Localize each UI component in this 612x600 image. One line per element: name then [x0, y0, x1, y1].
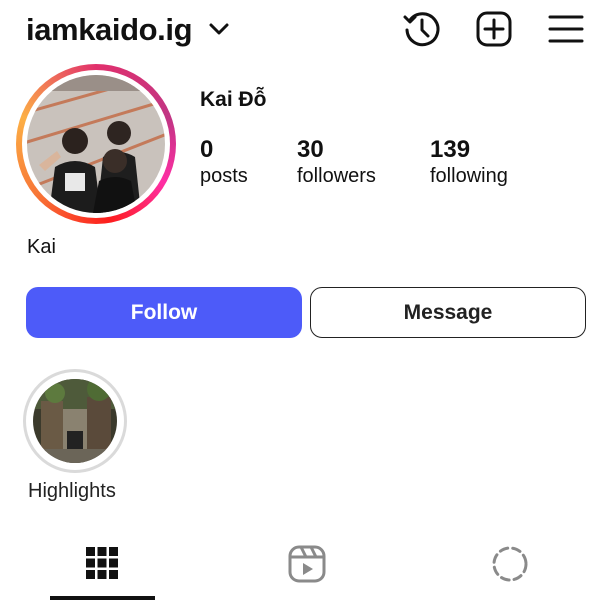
message-button[interactable]: Message	[310, 287, 586, 338]
username-title[interactable]: iamkaido.ig	[26, 12, 193, 48]
menu-icon[interactable]	[545, 8, 587, 50]
tagged-icon[interactable]	[490, 544, 530, 584]
followers-label[interactable]: followers	[297, 165, 376, 188]
bio-name: Kai	[27, 236, 56, 258]
active-tab-indicator	[50, 596, 155, 600]
history-icon[interactable]	[401, 8, 443, 50]
following-label[interactable]: following	[430, 165, 508, 188]
display-name: Kai Đỗ	[200, 88, 267, 111]
grid-icon[interactable]	[82, 544, 122, 584]
avatar[interactable]	[27, 75, 165, 213]
posts-count[interactable]: 0	[200, 136, 213, 164]
following-count[interactable]: 139	[430, 136, 470, 164]
new-post-icon[interactable]	[473, 8, 515, 50]
highlight-thumbnail[interactable]	[33, 379, 117, 463]
posts-label[interactable]: posts	[200, 165, 248, 188]
highlight-label[interactable]: Highlights	[28, 480, 116, 503]
chevron-down-icon[interactable]	[208, 19, 230, 39]
reels-icon[interactable]	[287, 544, 327, 584]
follow-button[interactable]: Follow	[26, 287, 302, 338]
followers-count[interactable]: 30	[297, 136, 324, 164]
